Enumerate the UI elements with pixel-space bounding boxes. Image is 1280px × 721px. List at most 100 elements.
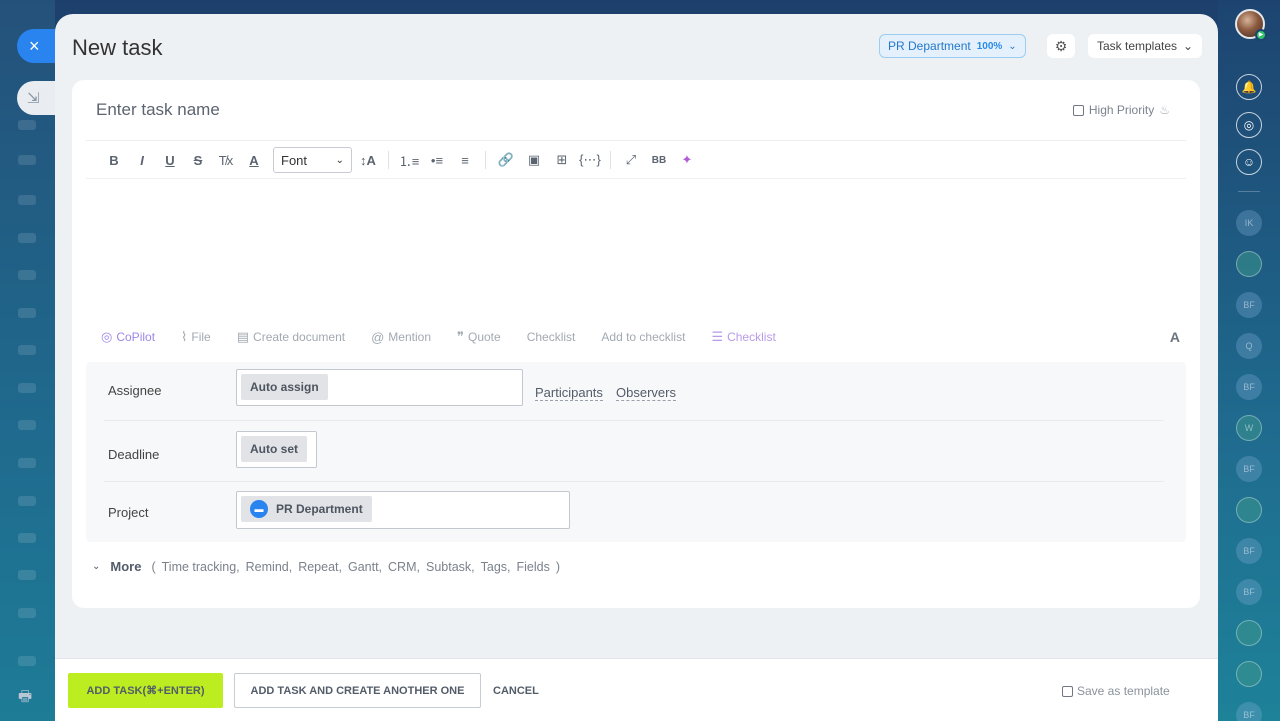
contact-avatar[interactable] bbox=[1236, 661, 1262, 687]
more-option[interactable]: Tags, bbox=[481, 560, 511, 574]
image-button[interactable]: ▣ bbox=[520, 147, 548, 173]
copilot-icon[interactable]: ◎ bbox=[1236, 112, 1262, 138]
font-size-button[interactable]: ↕A bbox=[354, 147, 382, 173]
contact-avatar[interactable]: W bbox=[1236, 415, 1262, 441]
contact-avatar[interactable] bbox=[1236, 620, 1262, 646]
high-priority-toggle[interactable]: High Priority ♨ bbox=[1072, 103, 1170, 117]
table-icon: ⊞ bbox=[556, 152, 568, 167]
copilot-button[interactable]: ◎ CoPilot bbox=[101, 329, 155, 345]
print-icon[interactable]: 🖶 bbox=[18, 686, 34, 705]
font-select-value: Font bbox=[281, 152, 308, 168]
high-priority-checkbox[interactable] bbox=[1072, 104, 1084, 116]
settings-button[interactable]: ⚙ bbox=[1047, 34, 1075, 58]
folder-icon: ▬ bbox=[250, 500, 268, 518]
strikethrough-button[interactable]: S bbox=[184, 147, 212, 173]
contact-avatar[interactable] bbox=[1236, 497, 1262, 523]
assignee-field[interactable]: Auto assign bbox=[236, 369, 523, 406]
more-options[interactable]: ⌄ More ( Time tracking, Remind, Repeat, … bbox=[92, 559, 566, 574]
checklist-new-label: Checklist bbox=[727, 330, 776, 344]
add-task-and-create-another-button[interactable]: ADD TASK AND CREATE ANOTHER ONE bbox=[234, 673, 481, 708]
task-fields: Assignee Auto assign Participants Observ… bbox=[86, 362, 1186, 542]
background-item bbox=[18, 656, 36, 666]
more-option[interactable]: CRM, bbox=[388, 560, 420, 574]
ai-image-button[interactable]: ✦ bbox=[673, 147, 701, 173]
fullscreen-button[interactable]: ⤢ bbox=[617, 147, 645, 173]
contact-avatar[interactable]: BF bbox=[1236, 538, 1262, 564]
high-priority-label: High Priority bbox=[1088, 103, 1155, 117]
link-button[interactable]: 🔗 bbox=[492, 147, 520, 173]
background-item bbox=[18, 233, 36, 243]
create-document-label: Create document bbox=[253, 330, 346, 344]
bell-icon[interactable]: 🔔 bbox=[1236, 74, 1262, 100]
divider bbox=[86, 178, 1186, 179]
assignee-tag-label: Auto assign bbox=[250, 380, 319, 394]
more-option[interactable]: Subtask, bbox=[426, 560, 475, 574]
more-option[interactable]: Time tracking, bbox=[162, 560, 240, 574]
quote-icon: ❞ bbox=[457, 329, 464, 344]
more-option[interactable]: Remind, bbox=[246, 560, 293, 574]
contact-avatar[interactable]: BF bbox=[1236, 456, 1262, 482]
clear-format-button[interactable]: T̸x bbox=[212, 147, 240, 173]
contact-avatar[interactable]: BF bbox=[1236, 702, 1262, 721]
table-button[interactable]: ⊞ bbox=[548, 147, 576, 173]
save-as-template-toggle[interactable]: Save as template bbox=[1062, 684, 1170, 698]
contact-avatar[interactable]: Q bbox=[1236, 333, 1262, 359]
user-avatar[interactable]: ▶ bbox=[1235, 9, 1267, 41]
code-button[interactable]: {⋯} bbox=[576, 147, 604, 173]
project-chip[interactable]: PR Department 100% ⌄ bbox=[879, 34, 1026, 58]
participants-link[interactable]: Participants bbox=[535, 385, 603, 401]
italic-button[interactable]: I bbox=[128, 147, 156, 173]
add-task-button[interactable]: ADD TASK(⌘+ENTER) bbox=[68, 673, 223, 708]
more-label: More bbox=[110, 559, 142, 574]
observers-link[interactable]: Observers bbox=[616, 385, 676, 401]
contact-avatar[interactable] bbox=[1236, 251, 1262, 277]
create-document-button[interactable]: ▤ Create document bbox=[237, 329, 345, 345]
background-item bbox=[18, 533, 36, 543]
contact-avatar[interactable]: BF bbox=[1236, 374, 1262, 400]
more-option[interactable]: Repeat, bbox=[298, 560, 342, 574]
numbered-list-button[interactable]: ⒈≡ bbox=[395, 147, 423, 173]
save-as-template-checkbox[interactable] bbox=[1062, 685, 1073, 697]
project-tag[interactable]: ▬ PR Department bbox=[241, 496, 372, 522]
project-field[interactable]: ▬ PR Department bbox=[236, 491, 570, 529]
file-button[interactable]: ⌇ File bbox=[181, 329, 211, 345]
bbcode-button[interactable]: BB bbox=[645, 147, 673, 173]
task-name-input[interactable] bbox=[96, 100, 896, 120]
font-color-button[interactable]: A bbox=[240, 147, 268, 173]
more-option[interactable]: Gantt, bbox=[348, 560, 382, 574]
quote-label: Quote bbox=[468, 330, 501, 344]
underline-button[interactable]: U bbox=[156, 147, 184, 173]
project-label: Project bbox=[108, 505, 149, 520]
paperclip-icon: ⌇ bbox=[181, 329, 188, 344]
deadline-field[interactable]: Auto set bbox=[236, 431, 317, 468]
project-chip-percent: 100% bbox=[976, 40, 1003, 52]
chat-icon[interactable]: ☺ bbox=[1236, 149, 1262, 175]
save-as-template-label: Save as template bbox=[1077, 684, 1170, 698]
checklist-new-button[interactable]: ☰ Checklist bbox=[711, 329, 775, 345]
mention-button[interactable]: @ Mention bbox=[371, 330, 431, 345]
font-select[interactable]: Font ⌄ bbox=[273, 147, 352, 173]
toolbar-separator bbox=[610, 151, 611, 169]
minimize-button[interactable]: ⇲ bbox=[17, 81, 57, 115]
text-format-button[interactable]: A bbox=[1170, 329, 1180, 345]
ai-image-icon: ✦ bbox=[681, 152, 693, 167]
deadline-tag[interactable]: Auto set bbox=[241, 436, 307, 462]
contact-avatar[interactable]: BF bbox=[1236, 292, 1262, 318]
task-templates-button[interactable]: Task templates ⌄ bbox=[1088, 34, 1203, 58]
document-icon: ▤ bbox=[236, 329, 250, 344]
cancel-button[interactable]: CANCEL bbox=[493, 673, 539, 708]
checklist-button[interactable]: Checklist bbox=[527, 330, 576, 344]
add-to-checklist-button[interactable]: Add to checklist bbox=[601, 330, 685, 344]
toolbar-separator bbox=[485, 151, 486, 169]
contact-avatar[interactable]: IK bbox=[1236, 210, 1262, 236]
quote-button[interactable]: ❞ Quote bbox=[457, 329, 501, 345]
more-option[interactable]: Fields bbox=[517, 560, 550, 574]
bullet-list-button[interactable]: •≡ bbox=[423, 147, 451, 173]
page-title: New task bbox=[72, 35, 163, 60]
assignee-tag[interactable]: Auto assign bbox=[241, 374, 328, 400]
align-button[interactable]: ≡ bbox=[451, 147, 479, 173]
background-item bbox=[18, 345, 36, 355]
contact-avatar[interactable]: BF bbox=[1236, 579, 1262, 605]
background-item bbox=[18, 270, 36, 280]
bold-button[interactable]: B bbox=[100, 147, 128, 173]
